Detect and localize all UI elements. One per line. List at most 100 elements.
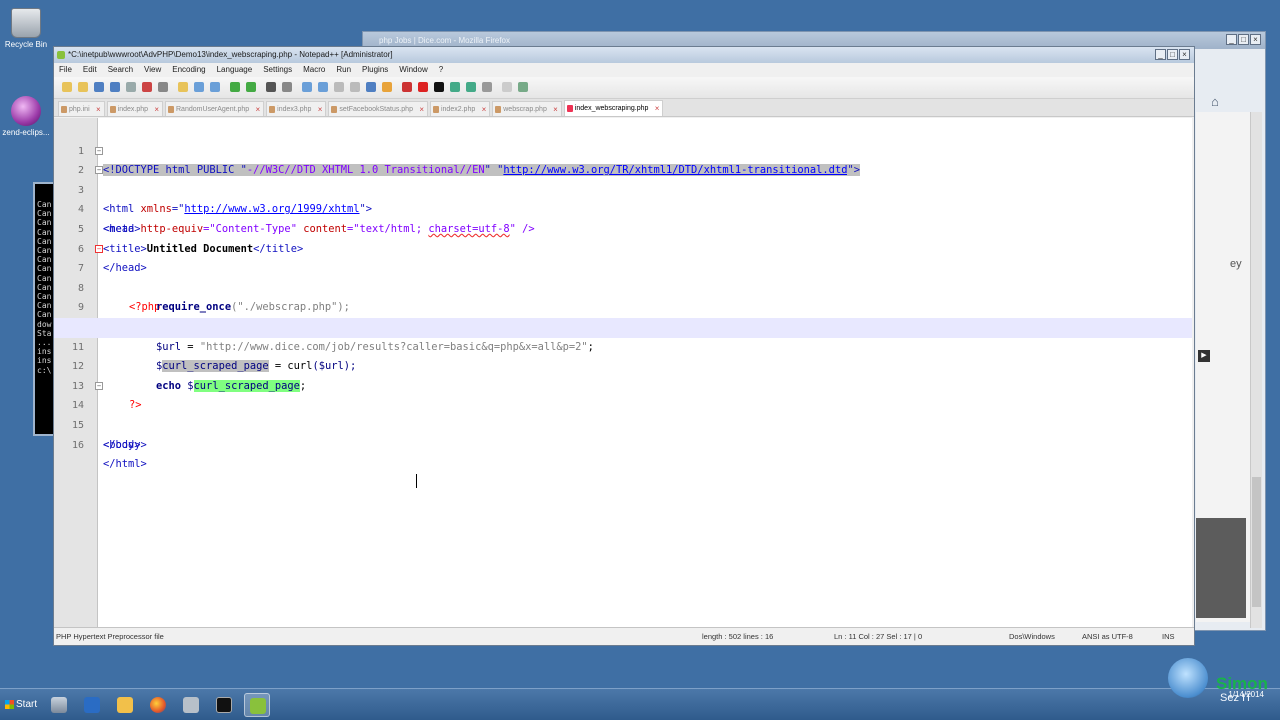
word-wrap-icon[interactable] bbox=[366, 82, 376, 92]
play-arrow-icon[interactable]: ▶ bbox=[1198, 350, 1210, 362]
code-line-11[interactable]: 11 $curl_scraped_page = curl($url); bbox=[54, 318, 1192, 373]
sync-h-icon[interactable] bbox=[350, 82, 360, 92]
taskbar-tool[interactable] bbox=[178, 693, 204, 717]
taskbar-explorer[interactable] bbox=[112, 693, 138, 717]
tab-webscrap-php[interactable]: webscrap.php × bbox=[492, 101, 562, 116]
tab-index_webscraping-php[interactable]: index_webscraping.php × bbox=[563, 100, 664, 116]
indent-guide-icon[interactable] bbox=[402, 82, 412, 92]
close-tab-icon[interactable]: × bbox=[255, 102, 260, 117]
tab-randomuseragent-php[interactable]: RandomUserAgent.php × bbox=[165, 101, 265, 117]
taskbar-server-manager[interactable] bbox=[46, 693, 72, 717]
menu-item-search[interactable]: Search bbox=[108, 63, 133, 77]
tab-php-ini[interactable]: php.ini × bbox=[58, 101, 105, 116]
code-line-1[interactable]: 1 <!DOCTYPE html PUBLIC "-//W3C//DTD XHT… bbox=[54, 122, 1192, 177]
run-macro-icon[interactable] bbox=[466, 82, 476, 92]
record-macro-icon[interactable] bbox=[418, 82, 428, 92]
close-tab-icon[interactable]: × bbox=[318, 102, 323, 117]
code-line-13[interactable]: 13 ?> bbox=[54, 357, 1192, 412]
close-tab-icon[interactable]: × bbox=[96, 102, 101, 117]
console-window[interactable]: Can Can Can Can Can Can Can Can Can Can Can Can Can d… bbox=[33, 182, 55, 436]
zoom-out-icon[interactable] bbox=[318, 82, 328, 92]
close-all-icon[interactable] bbox=[142, 82, 152, 92]
start-button[interactable]: Start bbox=[2, 694, 38, 716]
menu-item-view[interactable]: View bbox=[144, 63, 161, 77]
menu-item-language[interactable]: Language bbox=[217, 63, 253, 77]
code-line-3[interactable]: 3 − <head> bbox=[54, 161, 1192, 235]
code-line-14[interactable]: 14 − <body> bbox=[54, 377, 1192, 451]
code-line-2[interactable]: 2 − <html xmlns="http://www.w3.org/1999/… bbox=[54, 142, 1192, 215]
menu-item-file[interactable]: File bbox=[59, 63, 72, 77]
close-tab-icon[interactable]: × bbox=[419, 102, 424, 117]
notepadpp-titlebar[interactable]: *C:\inetpub\wwwroot\AdvPHP\Demo13\index_… bbox=[54, 47, 1194, 63]
copy-icon[interactable] bbox=[194, 82, 204, 92]
scrollbar-thumb[interactable] bbox=[1252, 477, 1261, 607]
menu-item-window[interactable]: Window bbox=[399, 63, 427, 77]
menu-item-settings[interactable]: Settings bbox=[263, 63, 292, 77]
menu-item-edit[interactable]: Edit bbox=[83, 63, 97, 77]
menu-item-encoding[interactable]: Encoding bbox=[172, 63, 205, 77]
function-list-icon[interactable] bbox=[518, 82, 528, 92]
cut-icon[interactable] bbox=[178, 82, 188, 92]
spell-check-icon[interactable] bbox=[502, 82, 512, 92]
notepadpp-window[interactable]: *C:\inetpub\wwwroot\AdvPHP\Demo13\index_… bbox=[53, 46, 1195, 646]
close-tab-icon[interactable]: × bbox=[553, 102, 558, 117]
play-macro-icon[interactable] bbox=[450, 82, 460, 92]
redo-icon[interactable] bbox=[246, 82, 256, 92]
new-file-icon[interactable] bbox=[62, 82, 72, 92]
stop-macro-icon[interactable] bbox=[434, 82, 444, 92]
tab-setfacebookstatus-php[interactable]: setFacebookStatus.php × bbox=[328, 101, 428, 116]
tab-index2-php[interactable]: index2.php × bbox=[429, 101, 491, 117]
tab-index-php[interactable]: index.php × bbox=[106, 101, 163, 117]
code-line-9[interactable]: 9 bbox=[54, 279, 1192, 313]
replace-icon[interactable] bbox=[282, 82, 292, 92]
code-line-7[interactable]: 7 − <?php bbox=[54, 240, 1192, 313]
save-macro-icon[interactable] bbox=[482, 82, 492, 92]
code-line-8[interactable]: 8 require_once("./webscrap.php"); bbox=[54, 259, 1192, 314]
minimize-icon[interactable]: _ bbox=[1226, 34, 1237, 45]
close-icon[interactable] bbox=[126, 82, 136, 92]
taskbar-firefox[interactable] bbox=[145, 693, 171, 717]
maximize-icon[interactable]: □ bbox=[1167, 49, 1178, 60]
find-icon[interactable] bbox=[266, 82, 276, 92]
fold-minus-icon[interactable]: − bbox=[95, 244, 103, 253]
menu-item-macro[interactable]: Macro bbox=[303, 63, 325, 77]
menu-item-run[interactable]: Run bbox=[336, 63, 351, 77]
close-icon[interactable]: × bbox=[1179, 49, 1190, 60]
code-line-5[interactable]: 5 <title>Untitled Document</title> bbox=[54, 200, 1192, 255]
zoom-in-icon[interactable] bbox=[302, 82, 312, 92]
close-tab-icon[interactable]: × bbox=[482, 102, 487, 117]
fold-minus-icon[interactable]: − bbox=[95, 166, 103, 175]
code-line-10[interactable]: 10 $url = "http://www.dice.com/job/resul… bbox=[54, 298, 1192, 353]
code-line-15[interactable]: 15 </body> bbox=[54, 396, 1192, 451]
taskbar-powershell[interactable] bbox=[79, 693, 105, 717]
minimize-icon[interactable]: _ bbox=[1155, 49, 1166, 60]
zend-eclipse-desktop-icon[interactable]: zend-eclips... bbox=[0, 96, 52, 137]
menu-item-help[interactable]: ? bbox=[439, 63, 443, 77]
code-line-16[interactable]: 16 </html> bbox=[54, 416, 1192, 471]
firefox-scrollbar[interactable] bbox=[1250, 112, 1262, 628]
sync-v-icon[interactable] bbox=[334, 82, 344, 92]
taskbar-notepadpp[interactable] bbox=[244, 693, 270, 717]
close-tab-icon[interactable]: × bbox=[154, 102, 159, 117]
open-file-icon[interactable] bbox=[78, 82, 88, 92]
recycle-bin-desktop-icon[interactable]: Recycle Bin bbox=[0, 8, 52, 49]
code-editor[interactable]: 1 <!DOCTYPE html PUBLIC "-//W3C//DTD XHT… bbox=[54, 118, 1192, 627]
save-all-icon[interactable] bbox=[110, 82, 120, 92]
taskbar-cmd[interactable] bbox=[211, 693, 237, 717]
close-icon[interactable]: × bbox=[1250, 34, 1261, 45]
show-all-icon[interactable] bbox=[382, 82, 392, 92]
maximize-icon[interactable]: □ bbox=[1238, 34, 1249, 45]
fold-minus-icon[interactable]: − bbox=[95, 381, 103, 390]
code-line-12[interactable]: 12 echo $curl_scraped_page; bbox=[54, 338, 1192, 392]
undo-icon[interactable] bbox=[230, 82, 240, 92]
fold-minus-icon[interactable]: − bbox=[95, 146, 103, 155]
save-icon[interactable] bbox=[94, 82, 104, 92]
paste-icon[interactable] bbox=[210, 82, 220, 92]
menu-item-plugins[interactable]: Plugins bbox=[362, 63, 388, 77]
tab-index3-php[interactable]: index3.php × bbox=[266, 101, 327, 117]
code-line-6[interactable]: 6 </head> bbox=[54, 220, 1192, 275]
close-tab-icon[interactable]: × bbox=[655, 101, 660, 116]
code-line-4[interactable]: 4 <meta http-equiv="Content-Type" conten… bbox=[54, 181, 1192, 235]
home-icon[interactable]: ⌂ bbox=[1211, 94, 1219, 109]
print-icon[interactable] bbox=[158, 82, 168, 92]
